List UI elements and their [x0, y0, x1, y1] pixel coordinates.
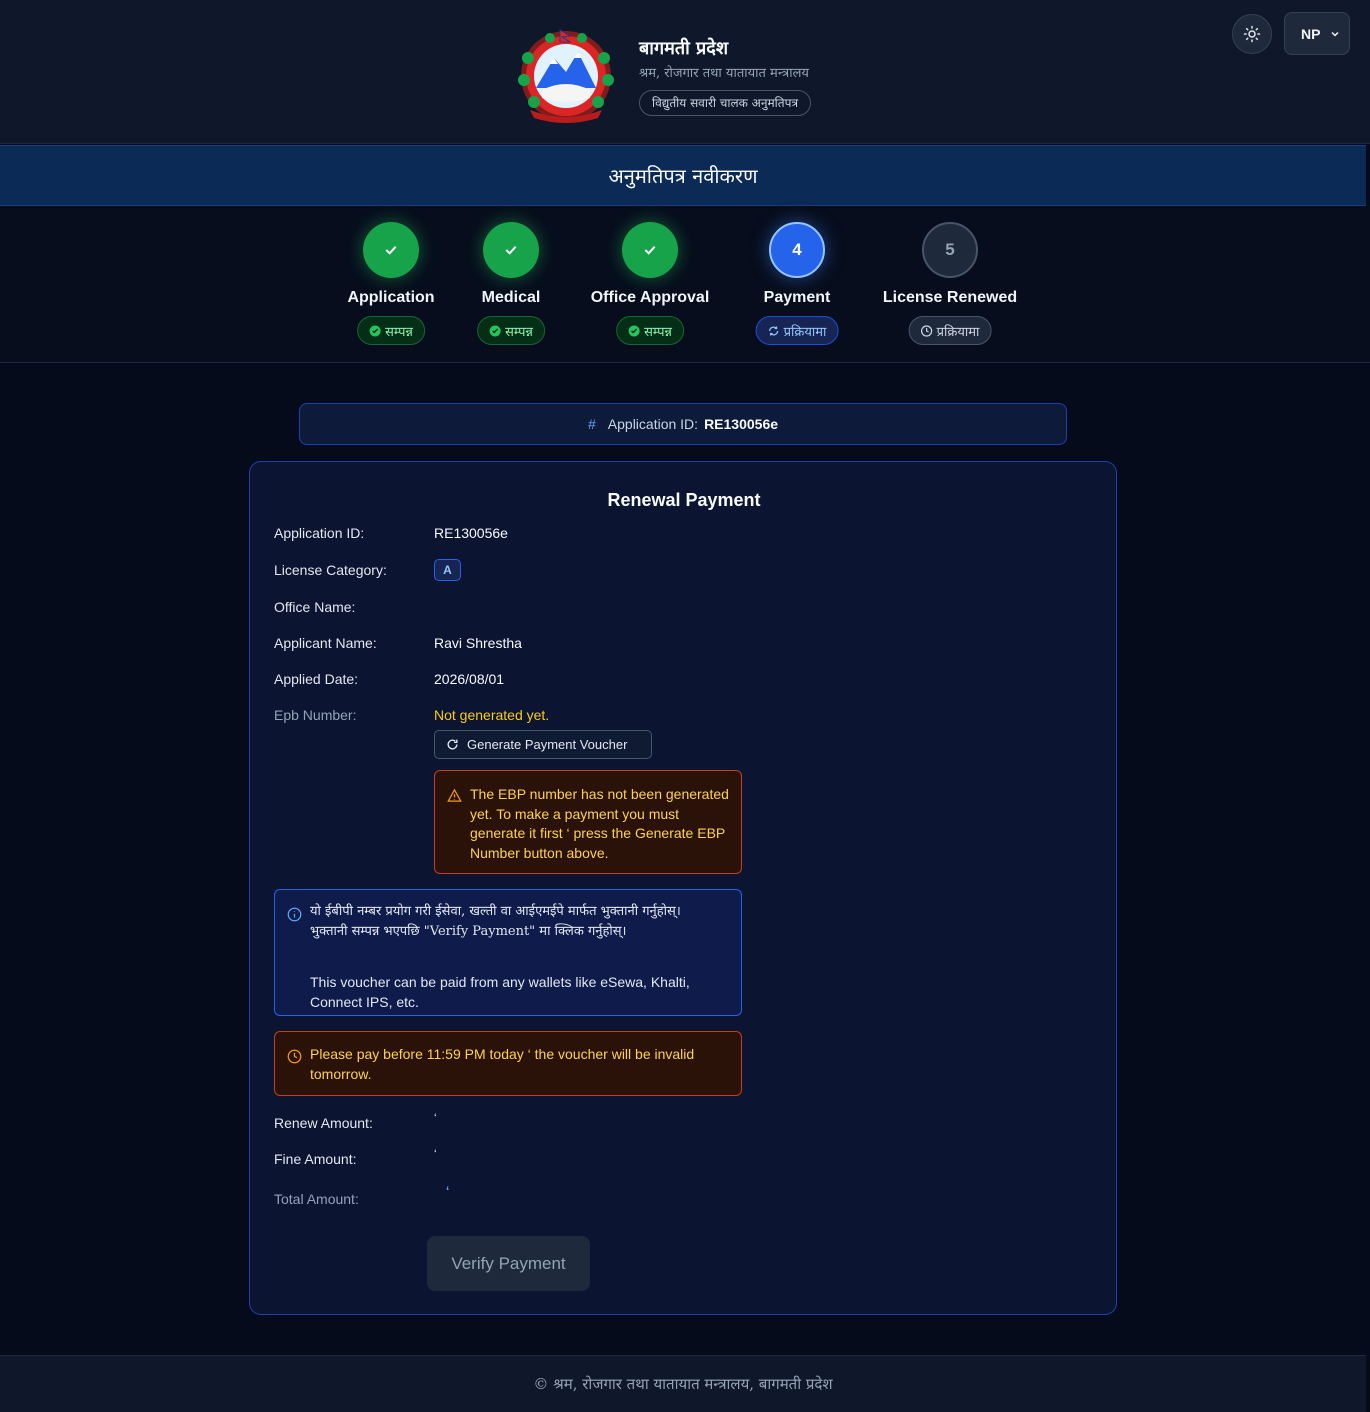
epb-number-label: Epb Number:	[274, 707, 357, 723]
app-header: बागमती प्रदेश श्रम, रोजगार तथा यातायात म…	[0, 0, 1370, 144]
renewal-payment-card: Renewal Payment Application ID: RE130056…	[249, 461, 1117, 1315]
step-3-status: सम्पन्न	[616, 316, 684, 345]
check-icon	[644, 245, 656, 255]
step-1-label: Application	[347, 289, 435, 306]
generate-voucher-label: Generate Payment Voucher	[467, 737, 628, 752]
renew-amount-label: Renew Amount:	[274, 1115, 373, 1131]
card-title: Renewal Payment	[607, 490, 761, 510]
check-icon	[505, 245, 517, 255]
generate-voucher-button[interactable]: Generate Payment Voucher	[434, 730, 652, 759]
deadline-alert: Please pay before 11:59 PM today ‘ the v…	[274, 1031, 742, 1096]
province-title: बागमती प्रदेश	[639, 38, 729, 59]
step-3-status-text: सम्पन्न	[644, 324, 672, 340]
office-name-label: Office Name:	[274, 599, 356, 615]
fine-amount-value: ‘	[434, 1147, 437, 1161]
language-select[interactable]: NP	[1284, 12, 1350, 55]
step-5-status: प्रक्रियामा	[908, 316, 992, 345]
application-id-value: RE130056e	[434, 525, 508, 541]
total-amount-label: Total Amount:	[274, 1191, 359, 1207]
hash-icon: #	[587, 416, 596, 432]
refresh-icon	[447, 739, 458, 750]
step-5-status-text: प्रक्रियामा	[936, 324, 980, 340]
step-1-circle	[363, 222, 419, 278]
refresh-icon	[768, 326, 779, 335]
application-id-bar: # Application ID: RE130056e	[299, 403, 1067, 445]
application-id-bar-label: Application ID:	[607, 416, 699, 432]
chevron-down-icon	[1331, 31, 1339, 37]
step-5-circle: 5	[922, 222, 978, 278]
step-3-circle	[622, 222, 678, 278]
verify-payment-button[interactable]: Verify Payment	[427, 1236, 590, 1291]
government-emblem-icon	[518, 29, 614, 123]
progress-stepper: Application सम्पन्न Medical सम्पन्न Offi…	[0, 206, 1370, 363]
ebp-warning-text: The EBP number has not been generated ye…	[470, 786, 729, 861]
theme-toggle-button[interactable]	[1232, 14, 1272, 54]
epb-number-value: Not generated yet.	[434, 707, 550, 723]
payment-info-alert: यो ईबीपी नम्बर प्रयोग गरी ईसेवा, खल्ती व…	[274, 889, 742, 1016]
language-value: NP	[1301, 25, 1321, 42]
page-title-banner: अनुमतिपत्र नवीकरण	[0, 145, 1366, 206]
sun-icon	[1243, 25, 1261, 43]
ministry-name: श्रम, रोजगार तथा यातायात मन्त्रालय	[639, 66, 809, 81]
check-icon	[385, 245, 397, 255]
application-id-label: Application ID:	[274, 525, 365, 541]
check-circle-icon	[489, 325, 501, 336]
step-4-status: प्रक्रियामा	[755, 316, 839, 345]
step-4-circle: 4	[769, 222, 825, 278]
service-badge: विद्युतीय सवारी चालक अनुमतिपत्र	[639, 90, 812, 116]
step-2-status: सम्पन्न	[477, 316, 545, 345]
warning-icon	[447, 788, 462, 802]
clock-icon	[920, 324, 933, 337]
footer-text: © श्रम, रोजगार तथा यातायात मन्त्रालय, बा…	[533, 1375, 833, 1393]
fine-amount-label: Fine Amount:	[274, 1151, 357, 1167]
page-title: अनुमतिपत्र नवीकरण	[608, 164, 758, 188]
ebp-warning-alert: The EBP number has not been generated ye…	[434, 770, 742, 874]
step-4-status-text: प्रक्रियामा	[783, 324, 827, 340]
step-2-label: Medical	[481, 289, 541, 306]
footer: © श्रम, रोजगार तथा यातायात मन्त्रालय, बा…	[0, 1355, 1366, 1412]
clock-icon	[287, 1049, 302, 1064]
payment-info-english: This voucher can be paid from any wallet…	[310, 974, 690, 1010]
license-category-label: License Category:	[274, 562, 387, 578]
check-circle-icon	[628, 325, 640, 336]
step-1-status-text: सम्पन्न	[385, 324, 413, 340]
step-3-label: Office Approval	[590, 289, 710, 306]
info-icon	[287, 907, 302, 922]
step-5-label: License Renewed	[882, 289, 1018, 306]
applicant-name-value: Ravi Shrestha	[434, 635, 522, 651]
step-1-status: सम्पन्न	[357, 316, 425, 345]
deadline-text: Please pay before 11:59 PM today ‘ the v…	[310, 1046, 695, 1082]
application-id-bar-value: RE130056e	[704, 416, 779, 432]
renew-amount-value: ‘	[434, 1111, 437, 1125]
payment-info-nepali: यो ईबीपी नम्बर प्रयोग गरी ईसेवा, खल्ती व…	[310, 904, 681, 939]
step-4-label: Payment	[763, 289, 831, 306]
license-category-badge: A	[434, 559, 461, 581]
applied-date-label: Applied Date:	[274, 671, 359, 687]
step-2-circle	[483, 222, 539, 278]
applicant-name-label: Applicant Name:	[274, 635, 377, 651]
total-amount-value: ‘	[446, 1184, 450, 1198]
check-circle-icon	[369, 325, 381, 336]
step-2-status-text: सम्पन्न	[505, 324, 533, 340]
applied-date-value: 2026/08/01	[434, 671, 505, 687]
